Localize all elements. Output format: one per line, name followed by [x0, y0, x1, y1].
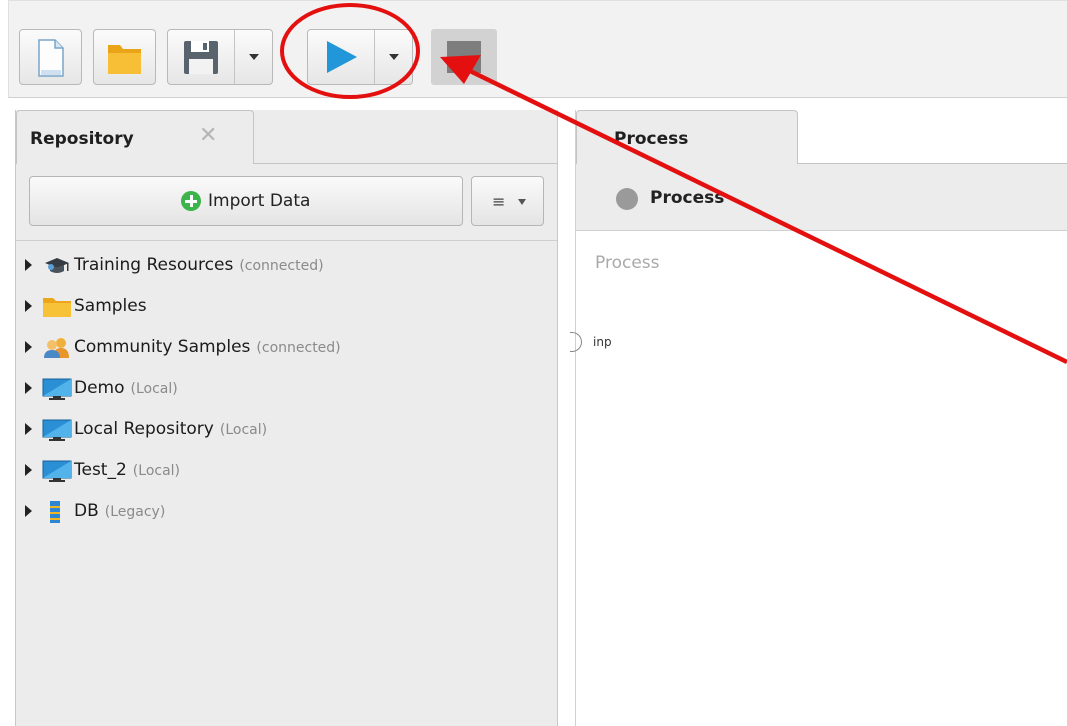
expand-arrow-icon[interactable] [25, 341, 32, 353]
expand-arrow-icon[interactable] [25, 505, 32, 517]
tab-repository[interactable]: Repository ✕ [16, 110, 254, 164]
tree-item-name: Samples [74, 296, 147, 316]
input-port-icon[interactable] [570, 332, 582, 352]
run-split-button [307, 29, 413, 85]
repository-tab-label: Repository [30, 129, 134, 149]
tree-item-note: (Local) [130, 381, 178, 397]
tree-item-name: Demo (Local) [74, 378, 178, 398]
close-icon[interactable]: ✕ [199, 125, 217, 147]
repository-menu-button[interactable]: ≡ [471, 176, 544, 226]
tree-item-note: (connected) [239, 258, 324, 274]
expand-arrow-icon[interactable] [25, 464, 32, 476]
tree-item[interactable]: Demo (Local) [16, 372, 546, 404]
expand-arrow-icon[interactable] [25, 259, 32, 271]
breadcrumb: Process [576, 164, 1067, 231]
tree-item[interactable]: Local Repository (Local) [16, 413, 546, 445]
expand-arrow-icon[interactable] [25, 382, 32, 394]
tree-item-name: DB (Legacy) [74, 501, 166, 521]
menu-icon: ≡ [492, 192, 506, 211]
tree-item[interactable]: Community Samples (connected) [16, 331, 546, 363]
open-process-button[interactable] [93, 29, 156, 85]
process-icon [616, 188, 638, 210]
input-port-label: inp [593, 335, 612, 349]
tree-item[interactable]: Training Resources (connected) [16, 249, 546, 281]
breadcrumb-process[interactable]: Process [650, 188, 724, 208]
tab-process[interactable]: Process [576, 110, 798, 164]
stop-process-button[interactable] [431, 29, 497, 85]
monitor-icon [42, 419, 72, 441]
new-process-button[interactable] [19, 29, 82, 85]
tree-item[interactable]: DB (Legacy) [16, 495, 546, 527]
import-data-label: Import Data [208, 191, 311, 211]
main-toolbar [8, 0, 1067, 98]
run-process-button[interactable] [308, 30, 374, 84]
tree-item-note: (Local) [219, 422, 268, 438]
graduation-cap-icon [42, 255, 72, 277]
save-process-button[interactable] [168, 30, 234, 84]
tree-item-note: (Local) [132, 463, 181, 479]
expand-arrow-icon[interactable] [25, 423, 32, 435]
folder-icon [42, 296, 72, 318]
process-tab-strip: Process [576, 110, 1067, 164]
app-window: Repository ✕ Import Data ≡ Training Reso… [0, 0, 1067, 726]
canvas-title: Process [595, 253, 660, 273]
folder-icon [108, 45, 141, 74]
monitor-icon [42, 460, 72, 482]
tree-item-name: Community Samples (connected) [74, 337, 341, 357]
tree-item-note: (connected) [256, 340, 341, 356]
tree-item-name: Training Resources (connected) [74, 255, 324, 275]
chevron-down-icon [389, 54, 399, 60]
save-dropdown-button[interactable] [235, 30, 273, 84]
tree-item[interactable]: Samples [16, 290, 546, 322]
database-icon [42, 501, 72, 523]
save-split-button [167, 29, 273, 85]
stop-icon [447, 41, 481, 73]
people-icon [42, 337, 72, 359]
play-icon [327, 41, 357, 73]
chevron-down-icon [249, 54, 259, 60]
tree-item-note: (Legacy) [104, 504, 166, 520]
repository-tree: Training Resources (connected) Samples Comm… [16, 240, 557, 726]
run-dropdown-button[interactable] [375, 30, 413, 84]
import-data-button[interactable]: Import Data [29, 176, 463, 226]
tree-item-name: Local Repository (Local) [74, 419, 268, 439]
tree-item-name: Test_2 (Local) [74, 460, 181, 480]
process-panel: Process Process Process inp [570, 110, 1067, 726]
tree-item[interactable]: Test_2 (Local) [16, 454, 546, 486]
plus-circle-icon [181, 191, 201, 211]
new-document-icon [38, 39, 64, 77]
expand-arrow-icon[interactable] [25, 300, 32, 312]
repository-panel: Repository ✕ Import Data ≡ Training Reso… [15, 110, 558, 726]
chevron-down-icon [518, 199, 526, 205]
process-canvas[interactable]: Process inp [570, 231, 1067, 726]
floppy-disk-icon [184, 41, 218, 74]
process-tab-label: Process [614, 129, 689, 149]
monitor-icon [42, 378, 72, 400]
